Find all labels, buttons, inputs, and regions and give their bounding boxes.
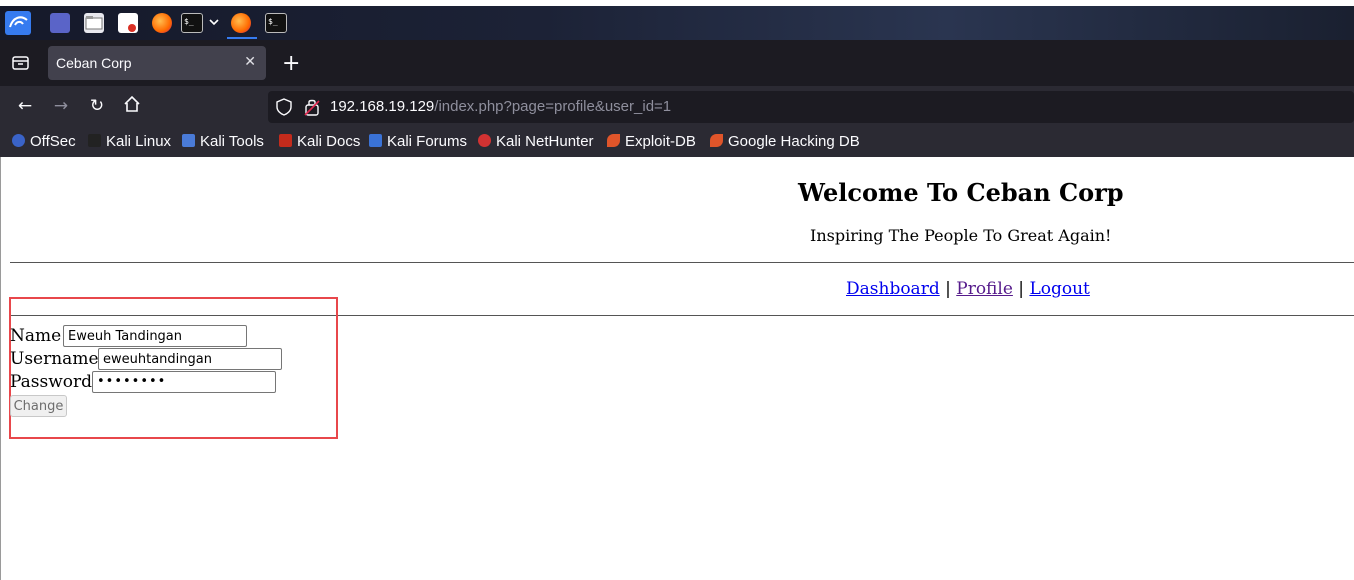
url-bar[interactable]: 192.168.19.129/index.php?page=profile&us…	[268, 91, 1354, 123]
kali-dragon-icon	[88, 134, 101, 147]
kali-menu-icon[interactable]	[5, 11, 31, 35]
password-label: Password	[10, 372, 93, 392]
nav-separator: |	[945, 279, 951, 299]
change-button[interactable]: Change	[10, 395, 67, 417]
workspace-icon[interactable]	[50, 13, 70, 33]
nav-dashboard-link[interactable]: Dashboard	[846, 279, 940, 299]
tab-ceban-corp[interactable]: Ceban Corp ✕	[48, 46, 266, 80]
active-app-indicator	[227, 37, 257, 39]
os-taskbar: $_ $_	[0, 6, 1354, 40]
page-content: Welcome To Ceban Corp Inspiring The Peop…	[0, 157, 1354, 580]
browser-tab-bar: Ceban Corp ✕ +	[0, 40, 1354, 86]
nethunter-icon	[478, 134, 491, 147]
offsec-icon	[12, 134, 25, 147]
nav-separator: |	[1018, 279, 1025, 299]
bookmark-google-hacking-db[interactable]: Google Hacking DB	[710, 133, 860, 150]
kali-forums-icon	[369, 134, 382, 147]
home-icon[interactable]	[121, 94, 143, 119]
chevron-down-icon[interactable]	[208, 14, 220, 30]
back-icon[interactable]: ←	[14, 96, 36, 116]
bookmark-kali-linux[interactable]: Kali Linux	[88, 133, 171, 150]
exploit-db-icon	[607, 134, 620, 147]
firefox-active-icon[interactable]	[231, 13, 251, 33]
kali-tools-icon	[182, 134, 195, 147]
terminal-icon[interactable]: $_	[181, 13, 203, 33]
close-tab-icon[interactable]: ✕	[244, 53, 256, 70]
bookmark-offsec[interactable]: OffSec	[12, 133, 76, 150]
reload-icon[interactable]: ↻	[86, 96, 108, 116]
bookmarks-bar: OffSec Kali Linux Kali Tools Kali Docs K…	[0, 128, 1354, 157]
bookmark-exploit-db[interactable]: Exploit-DB	[607, 133, 696, 150]
bookmark-kali-tools[interactable]: Kali Tools	[182, 133, 264, 150]
file-manager-icon[interactable]	[84, 13, 104, 33]
svg-text:$_: $_	[184, 17, 194, 26]
new-tab-icon[interactable]: +	[282, 51, 300, 76]
kali-docs-icon	[279, 134, 292, 147]
url-text[interactable]: 192.168.19.129/index.php?page=profile&us…	[330, 98, 671, 115]
shield-icon[interactable]	[276, 98, 292, 120]
url-host: 192.168.19.129	[330, 98, 435, 115]
svg-text:$_: $_	[268, 17, 278, 26]
url-path: /index.php?page=profile&user_id=1	[434, 98, 672, 115]
tab-title: Ceban Corp	[56, 55, 132, 71]
page-tagline: Inspiring The People To Great Again!	[810, 226, 1112, 245]
username-input[interactable]	[98, 348, 282, 370]
nav-logout-link[interactable]: Logout	[1029, 279, 1089, 299]
bookmark-kali-docs[interactable]: Kali Docs	[279, 133, 360, 150]
name-label: Name	[10, 326, 62, 346]
forward-icon[interactable]: →	[50, 96, 72, 116]
name-input[interactable]	[63, 325, 247, 347]
nav-profile-link[interactable]: Profile	[956, 279, 1013, 299]
site-nav: Dashboard | Profile | Logout	[846, 279, 1090, 299]
ghdb-icon	[710, 134, 723, 147]
page-title: Welcome To Ceban Corp	[798, 178, 1124, 207]
insecure-lock-icon[interactable]	[304, 98, 320, 120]
terminal-icon-2[interactable]: $_	[265, 13, 287, 33]
browser-nav-bar: ← → ↻ 192.168.19.129/index.php?page=prof…	[0, 86, 1354, 128]
divider-top	[10, 262, 1354, 263]
bookmark-kali-nethunter[interactable]: Kali NetHunter	[478, 133, 594, 150]
bookmark-kali-forums[interactable]: Kali Forums	[369, 133, 467, 150]
firefox-icon[interactable]	[152, 13, 172, 33]
text-editor-icon[interactable]	[118, 13, 138, 33]
username-label: Username	[10, 349, 99, 369]
tab-list-icon[interactable]	[12, 55, 30, 71]
password-input[interactable]: ••••••••	[92, 371, 276, 393]
